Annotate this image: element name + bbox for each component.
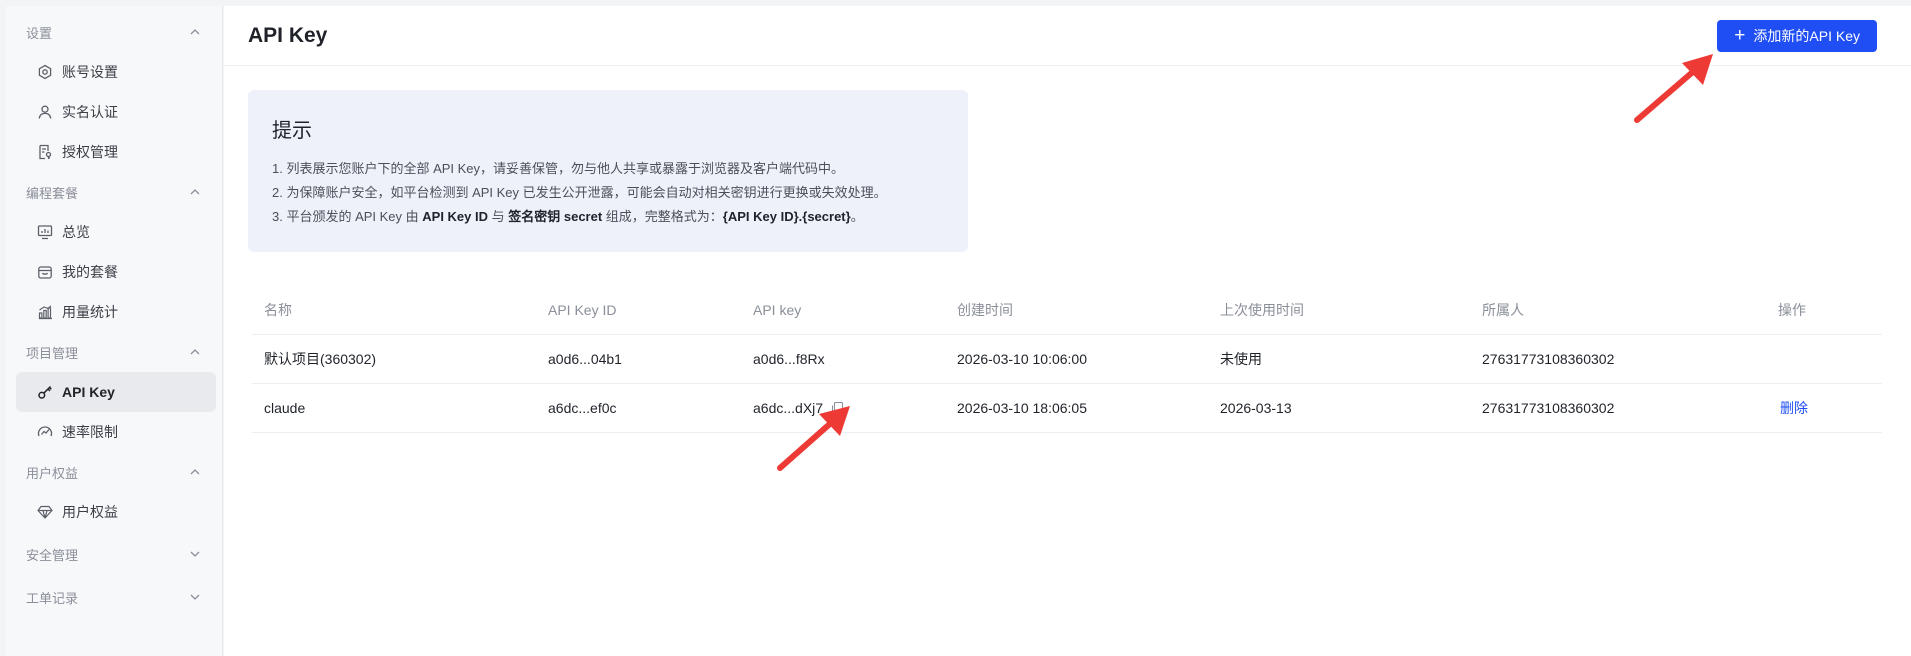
- chevron-up-icon: [190, 187, 200, 197]
- sidebar-item-label: API Key: [62, 384, 115, 400]
- cell-owner: 27631773108360302: [1482, 400, 1615, 416]
- cell-name: 默认项目(360302): [264, 351, 377, 367]
- tip-line-3-text: 组成，完整格式为：: [602, 209, 723, 224]
- plus-icon: +: [1734, 25, 1746, 46]
- chevron-down-icon: [190, 549, 200, 559]
- tip-line-3-text: 3. 平台颁发的 API Key 由: [272, 209, 423, 224]
- app-root: 设置 账号设置 实名认证 授权管理 编程套餐 总览 我的套餐 用量统计 项目管理…: [0, 0, 1911, 656]
- tip-panel: 提示 1. 列表展示您账户下的全部 API Key，请妥善保管，勿与他人共享或暴…: [248, 90, 968, 252]
- tip-line-3-text: 与: [488, 209, 509, 224]
- chevron-up-icon: [190, 467, 200, 477]
- tip-line-1: 1. 列表展示您账户下的全部 API Key，请妥善保管，勿与他人共享或暴露于浏…: [272, 161, 845, 176]
- api-key-value: a0d6...f8Rx: [753, 351, 825, 367]
- page-title: API Key: [248, 23, 328, 47]
- chevron-up-icon: [190, 347, 200, 357]
- sidebar: 设置 账号设置 实名认证 授权管理 编程套餐 总览 我的套餐 用量统计 项目管理…: [6, 6, 223, 656]
- sidebar-item-label: 用户权益: [62, 504, 118, 520]
- cell-last-used: 未使用: [1220, 351, 1262, 367]
- package-icon: [36, 263, 54, 281]
- table-header-row: 名称 API Key ID API key 创建时间 上次使用时间 所属人 操作: [252, 286, 1882, 335]
- group-title: 编程套餐: [26, 185, 79, 201]
- group-title: 设置: [26, 25, 53, 41]
- diamond-icon: [36, 503, 54, 521]
- sidebar-item-real-name[interactable]: 实名认证: [16, 92, 216, 132]
- group-title: 工单记录: [26, 590, 79, 606]
- bar-chart-icon: [36, 303, 54, 321]
- sidebar-item-label: 速率限制: [62, 424, 118, 440]
- column-header-created: 创建时间: [957, 302, 1013, 318]
- sidebar-item-overview[interactable]: 总览: [16, 212, 216, 252]
- cell-last-used: 2026-03-13: [1220, 400, 1292, 416]
- group-title: 用户权益: [26, 465, 79, 481]
- user-icon: [36, 103, 54, 121]
- tip-bold-format: {API Key ID}.{secret}: [722, 209, 851, 224]
- column-header-actions: 操作: [1778, 302, 1806, 318]
- sidebar-group-user-benefits[interactable]: 用户权益: [6, 452, 222, 492]
- sidebar-item-benefits[interactable]: 用户权益: [16, 492, 216, 532]
- document-key-icon: [36, 143, 54, 161]
- chevron-up-icon: [190, 27, 200, 37]
- cell-actions: 删除: [1778, 398, 1882, 418]
- group-title: 项目管理: [26, 345, 79, 361]
- chevron-down-icon: [190, 592, 200, 602]
- sidebar-group-tickets[interactable]: 工单记录: [6, 577, 222, 617]
- cell-created: 2026-03-10 18:06:05: [957, 400, 1087, 416]
- dashboard-icon: [36, 223, 54, 241]
- cell-name: claude: [264, 400, 306, 416]
- delete-link[interactable]: 删除: [1778, 400, 1808, 416]
- table-row: 默认项目(360302) a0d6...04b1 a0d6...f8Rx 202…: [252, 335, 1882, 384]
- api-key-value: a6dc...dXj7: [753, 400, 824, 416]
- cell-api-key: a0d6...f8Rx: [753, 351, 957, 367]
- sidebar-item-my-plan[interactable]: 我的套餐: [16, 252, 216, 292]
- table-row: claude a6dc...ef0c a6dc...dXj7 2026-03-1…: [252, 384, 1882, 433]
- cell-key-id: a6dc...ef0c: [548, 400, 617, 416]
- api-key-table: 名称 API Key ID API key 创建时间 上次使用时间 所属人 操作…: [252, 286, 1882, 433]
- column-header-owner: 所属人: [1482, 302, 1524, 318]
- tip-bold-secret: 签名密钥 secret: [508, 209, 603, 224]
- settings-hex-icon: [36, 63, 54, 81]
- column-header-api-key: API key: [753, 302, 802, 318]
- tip-line-3: 3. 平台颁发的 API Key 由 API Key ID 与 签名密钥 sec…: [272, 205, 944, 229]
- copy-icon[interactable]: [830, 401, 844, 415]
- group-title: 安全管理: [26, 547, 79, 563]
- sidebar-item-usage-stats[interactable]: 用量统计: [16, 292, 216, 332]
- column-header-last-used: 上次使用时间: [1220, 302, 1304, 318]
- tip-title: 提示: [272, 120, 312, 142]
- main-content: API Key + 添加新的API Key 提示 1. 列表展示您账户下的全部 …: [224, 6, 1911, 656]
- sidebar-item-label: 总览: [62, 224, 90, 240]
- sidebar-group-security[interactable]: 安全管理: [6, 534, 222, 574]
- page-header: API Key + 添加新的API Key: [224, 6, 1911, 66]
- sidebar-group-settings[interactable]: 设置: [6, 12, 222, 52]
- tip-line-3-text: 。: [850, 209, 864, 224]
- sidebar-item-account-settings[interactable]: 账号设置: [16, 52, 216, 92]
- add-api-key-button[interactable]: + 添加新的API Key: [1717, 19, 1877, 52]
- cell-created: 2026-03-10 10:06:00: [957, 351, 1087, 367]
- sidebar-item-label: 实名认证: [62, 104, 118, 120]
- sidebar-item-rate-limit[interactable]: 速率限制: [16, 412, 216, 452]
- sidebar-item-label: 账号设置: [62, 64, 118, 80]
- cell-key-id: a0d6...04b1: [548, 351, 622, 367]
- cell-owner: 27631773108360302: [1482, 351, 1615, 367]
- tip-bold-key-id: API Key ID: [422, 209, 489, 224]
- sidebar-item-authorization[interactable]: 授权管理: [16, 132, 216, 172]
- sidebar-group-coding-plan[interactable]: 编程套餐: [6, 172, 222, 212]
- column-header-key-id: API Key ID: [548, 302, 617, 318]
- speedometer-icon: [36, 423, 54, 441]
- sidebar-item-label: 授权管理: [62, 144, 118, 160]
- add-button-label: 添加新的API Key: [1753, 27, 1860, 44]
- tip-line-2: 2. 为保障账户安全，如平台检测到 API Key 已发生公开泄露，可能会自动对…: [272, 185, 887, 200]
- sidebar-group-project-mgmt[interactable]: 项目管理: [6, 332, 222, 372]
- column-header-name: 名称: [264, 302, 292, 318]
- cell-api-key: a6dc...dXj7: [753, 400, 957, 416]
- sidebar-item-label: 用量统计: [62, 304, 118, 320]
- sidebar-item-api-key[interactable]: API Key: [16, 372, 216, 412]
- key-icon: [36, 383, 54, 401]
- sidebar-item-label: 我的套餐: [62, 264, 118, 280]
